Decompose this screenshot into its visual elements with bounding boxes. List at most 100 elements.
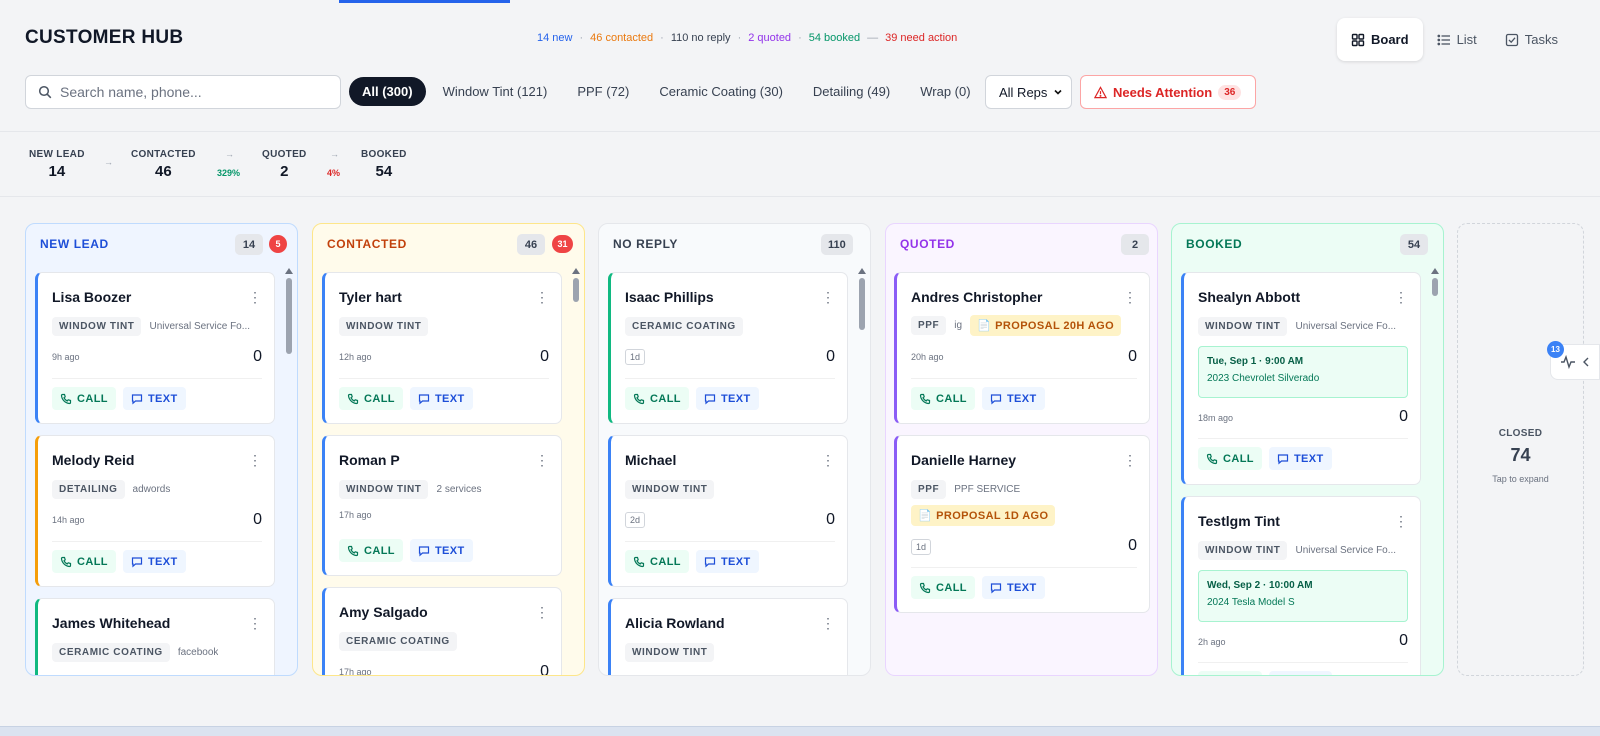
text-button[interactable]: TEXT xyxy=(122,550,186,573)
column-scrollbar[interactable] xyxy=(857,268,867,675)
appointment-box[interactable]: Wed, Sep 2 · 10:00 AM 2024 Tesla Model S xyxy=(1198,570,1408,622)
summary-need-action[interactable]: 39 need action xyxy=(885,32,957,44)
more-menu-icon[interactable]: ⋮ xyxy=(821,287,835,307)
column-scrollbar[interactable] xyxy=(571,268,581,675)
column-booked: BOOKED 54 Shealyn Abbott ⋮ WINDOW TINT U… xyxy=(1171,223,1444,676)
more-menu-icon[interactable]: ⋮ xyxy=(1394,511,1408,531)
column-scrollbar[interactable] xyxy=(1430,268,1440,675)
more-menu-icon[interactable]: ⋮ xyxy=(248,613,262,633)
text-button[interactable]: TEXT xyxy=(409,539,473,562)
lead-card[interactable]: Michael ⋮ WINDOW TINT 2d 0 CALL TEXT xyxy=(608,435,848,587)
call-button[interactable]: CALL xyxy=(625,387,689,410)
scroll-thumb[interactable] xyxy=(859,278,865,330)
more-menu-icon[interactable]: ⋮ xyxy=(1394,287,1408,307)
summary-no-reply[interactable]: 110 no reply xyxy=(671,32,731,44)
lead-card[interactable]: Isaac Phillips ⋮ CERAMIC COATING 1d 0 CA… xyxy=(608,272,848,424)
more-menu-icon[interactable]: ⋮ xyxy=(535,602,549,622)
call-button[interactable]: CALL xyxy=(339,387,403,410)
lead-source: facebook xyxy=(177,647,219,658)
closed-label: CLOSED xyxy=(1498,428,1543,439)
tasks-view-button[interactable]: Tasks xyxy=(1491,18,1572,61)
text-button[interactable]: TEXT xyxy=(122,387,186,410)
funnel-stage-label: BOOKED xyxy=(361,149,407,160)
summary-quoted[interactable]: 2 quoted xyxy=(748,32,791,44)
service-tag: WINDOW TINT xyxy=(625,480,715,499)
card-divider xyxy=(339,378,549,379)
filter-wrap[interactable]: Wrap (0) xyxy=(907,77,983,106)
list-view-button[interactable]: List xyxy=(1423,18,1491,61)
scroll-up-arrow[interactable] xyxy=(1431,268,1439,274)
search-input[interactable] xyxy=(60,84,320,100)
board-view-button[interactable]: Board xyxy=(1337,18,1423,61)
call-button[interactable]: CALL xyxy=(911,387,975,410)
lead-card[interactable]: Danielle Harney ⋮ PPF PPF SERVICE 📄 PROPO… xyxy=(894,435,1150,613)
call-button[interactable]: CALL xyxy=(1198,447,1262,470)
service-tag: CERAMIC COATING xyxy=(339,632,457,651)
lead-card[interactable]: Alicia Rowland ⋮ WINDOW TINT xyxy=(608,598,848,675)
filter-window-tint[interactable]: Window Tint (121) xyxy=(430,77,561,106)
filter-all[interactable]: All (300) xyxy=(349,77,426,106)
more-menu-icon[interactable]: ⋮ xyxy=(1123,287,1137,307)
needs-attention-button[interactable]: Needs Attention 36 xyxy=(1080,75,1256,109)
call-button[interactable]: CALL xyxy=(52,387,116,410)
more-menu-icon[interactable]: ⋮ xyxy=(1123,450,1137,470)
lead-card[interactable]: Amy Salgado ⋮ CERAMIC COATING 17h ago 0 xyxy=(322,587,562,675)
filter-ppf[interactable]: PPF (72) xyxy=(564,77,642,106)
column-count: 110 xyxy=(821,234,853,255)
column-count: 14 xyxy=(235,234,263,255)
funnel-stage-label: NEW LEAD xyxy=(29,149,85,160)
text-button[interactable]: TEXT xyxy=(1268,447,1332,470)
card-actions: CALL TEXT xyxy=(911,387,1045,410)
call-button[interactable]: CALL xyxy=(339,539,403,562)
lead-card[interactable]: Melody Reid ⋮ DETAILING adwords 14h ago … xyxy=(35,435,275,587)
text-button[interactable]: TEXT xyxy=(695,387,759,410)
funnel-arrow: → xyxy=(225,149,234,159)
call-button[interactable]: CALL xyxy=(1198,671,1262,675)
column-closed-collapsed[interactable]: CLOSED 74 Tap to expand xyxy=(1457,223,1584,676)
summary-contacted[interactable]: 46 contacted xyxy=(590,32,653,44)
more-menu-icon[interactable]: ⋮ xyxy=(248,450,262,470)
filter-detailing[interactable]: Detailing (49) xyxy=(800,77,903,106)
scroll-up-arrow[interactable] xyxy=(858,268,866,274)
text-button[interactable]: TEXT xyxy=(981,387,1045,410)
text-button[interactable]: TEXT xyxy=(1268,671,1332,675)
more-menu-icon[interactable]: ⋮ xyxy=(821,450,835,470)
text-button[interactable]: TEXT xyxy=(695,550,759,573)
tasks-view-label: Tasks xyxy=(1524,32,1559,47)
lead-name: Shealyn Abbott xyxy=(1198,289,1301,305)
scroll-thumb[interactable] xyxy=(573,278,579,302)
card-divider xyxy=(52,378,262,379)
lead-card[interactable]: James Whitehead ⋮ CERAMIC COATING facebo… xyxy=(35,598,275,675)
call-button[interactable]: CALL xyxy=(625,550,689,573)
appointment-vehicle: 2023 Chevrolet Silverado xyxy=(1207,373,1320,384)
activity-panel-toggle[interactable]: 13 xyxy=(1547,341,1600,380)
more-menu-icon[interactable]: ⋮ xyxy=(248,287,262,307)
scroll-thumb[interactable] xyxy=(286,278,292,354)
lead-tags: WINDOW TINT xyxy=(625,643,840,662)
more-menu-icon[interactable]: ⋮ xyxy=(535,287,549,307)
lead-card[interactable]: Testlgm Tint ⋮ WINDOW TINT Universal Ser… xyxy=(1181,496,1421,675)
lead-card[interactable]: Lisa Boozer ⋮ WINDOW TINT Universal Serv… xyxy=(35,272,275,424)
lead-card[interactable]: Shealyn Abbott ⋮ WINDOW TINT Universal S… xyxy=(1181,272,1421,485)
reps-select[interactable]: All Reps xyxy=(985,75,1072,109)
column-header: BOOKED 54 xyxy=(1172,224,1443,264)
text-button[interactable]: TEXT xyxy=(409,387,473,410)
lead-card[interactable]: Roman P ⋮ WINDOW TINT 2 services 17h ago… xyxy=(322,435,562,576)
lead-card[interactable]: Andres Christopher ⋮ PPF ig 📄 PROPOSAL 20… xyxy=(894,272,1150,424)
more-menu-icon[interactable]: ⋮ xyxy=(821,613,835,633)
appointment-box[interactable]: Tue, Sep 1 · 9:00 AM 2023 Chevrolet Silv… xyxy=(1198,346,1408,398)
more-menu-icon[interactable]: ⋮ xyxy=(535,450,549,470)
scroll-up-arrow[interactable] xyxy=(572,268,580,274)
summary-booked[interactable]: 54 booked xyxy=(809,32,860,44)
scroll-thumb[interactable] xyxy=(1432,278,1438,296)
column-count: 54 xyxy=(1400,234,1428,255)
text-button[interactable]: TEXT xyxy=(981,576,1045,599)
column-scrollbar[interactable] xyxy=(284,268,294,675)
call-button[interactable]: CALL xyxy=(911,576,975,599)
call-button[interactable]: CALL xyxy=(52,550,116,573)
search-box[interactable] xyxy=(25,75,341,109)
filter-ceramic-coating[interactable]: Ceramic Coating (30) xyxy=(646,77,796,106)
summary-new[interactable]: 14 new xyxy=(537,32,572,44)
scroll-up-arrow[interactable] xyxy=(285,268,293,274)
lead-card[interactable]: Tyler hart ⋮ WINDOW TINT 12h ago 0 CALL … xyxy=(322,272,562,424)
